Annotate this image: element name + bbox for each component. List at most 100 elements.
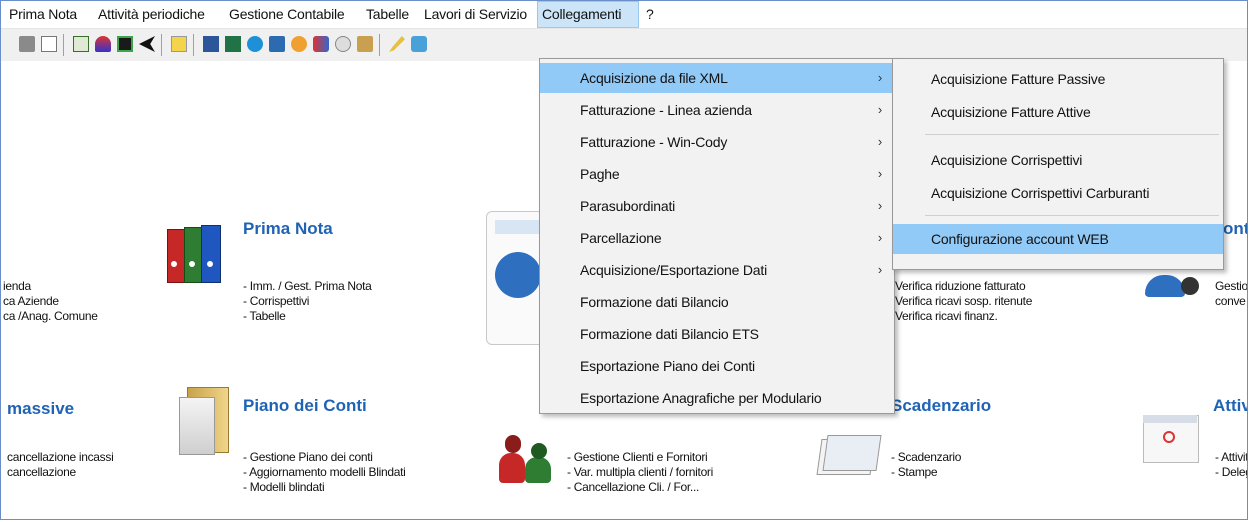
verifica-link-1[interactable]: Verifica riduzione fatturato (895, 279, 1032, 294)
clienti-link-1[interactable]: - Gestione Clienti e Fornitori (567, 450, 713, 465)
prima-nota-icon[interactable] (167, 225, 223, 283)
piano-conti-lines: - Gestione Piano dei conti - Aggiornamen… (243, 450, 406, 495)
verifica-link-3[interactable]: Verifica ricavi finanz. (895, 309, 1032, 324)
menu-item-acquisizione-esportazione[interactable]: Acquisizione/Esportazione Dati › (540, 255, 894, 285)
tool-icon[interactable] (411, 36, 427, 52)
menu-item-label: Formazione dati Bilancio (580, 294, 729, 310)
monitor-icon[interactable] (269, 36, 285, 52)
menu-item-fatturazione-wincody[interactable]: Fatturazione - Win-Cody › (540, 127, 894, 157)
menu-tabelle[interactable]: Tabelle (366, 1, 409, 28)
dt-icon[interactable] (335, 36, 351, 52)
menu-item-formazione-bilancio-ets[interactable]: Formazione dati Bilancio ETS (540, 319, 894, 349)
submenu-item-corrispettivi[interactable]: Acquisizione Corrispettivi (893, 145, 1223, 175)
settings-gear-icon[interactable] (1145, 271, 1203, 299)
collegamenti-menu: Acquisizione da file XML › Fatturazione … (539, 58, 895, 414)
piano-conti-title[interactable]: Piano dei Conti (243, 396, 367, 416)
menu-help[interactable]: ? (646, 1, 654, 28)
menu-item-label: Configurazione account WEB (931, 231, 1109, 247)
menu-item-esportazione-piano[interactable]: Esportazione Piano dei Conti (540, 351, 894, 381)
clienti-lines: - Gestione Clienti e Fornitori - Var. mu… (567, 450, 713, 495)
left-panel-title[interactable]: massive (7, 399, 74, 419)
right-bottom-link-2[interactable]: - Deleg (1215, 465, 1247, 480)
submenu-arrow-icon: › (877, 134, 882, 149)
left-link-1[interactable]: ienda (3, 279, 98, 294)
verifica-link-2[interactable]: Verifica ricavi sosp. ritenute (895, 294, 1032, 309)
ie-icon[interactable] (247, 36, 263, 52)
print-preview-icon[interactable] (41, 36, 57, 52)
pencil-help-icon[interactable] (389, 36, 405, 52)
right-top-link-2[interactable]: conve (1215, 294, 1247, 309)
menu-attivita-periodiche[interactable]: Attività periodiche (98, 1, 205, 28)
menu-prima-nota[interactable]: Prima Nota (9, 1, 77, 28)
submenu-item-corrispettivi-carburanti[interactable]: Acquisizione Corrispettivi Carburanti (893, 178, 1223, 208)
menu-item-label: Acquisizione/Esportazione Dati (580, 262, 767, 278)
piano-conti-link-2[interactable]: - Aggiornamento modelli Blindati (243, 465, 406, 480)
menu-item-parcellazione[interactable]: Parcellazione › (540, 223, 894, 253)
menu-separator (925, 215, 1219, 216)
people-icon[interactable] (313, 36, 329, 52)
right-top-title[interactable]: ont (1223, 219, 1247, 239)
submenu-item-fatture-passive[interactable]: Acquisizione Fatture Passive (893, 64, 1223, 94)
calculator-icon[interactable] (73, 36, 89, 52)
menu-item-label: Acquisizione da file XML (580, 70, 728, 86)
calendar-icon[interactable] (1143, 407, 1199, 463)
submenu-arrow-icon: › (877, 102, 882, 117)
scadenzario-link-2[interactable]: - Stampe (891, 465, 961, 480)
application-window: Prima Nota Attività periodiche Gestione … (0, 0, 1248, 520)
excel-icon[interactable] (225, 36, 241, 52)
menu-item-label: Esportazione Anagrafiche per Modulario (580, 390, 822, 406)
menu-item-fatturazione-linea[interactable]: Fatturazione - Linea azienda › (540, 95, 894, 125)
left-link-2[interactable]: ca Aziende (3, 294, 98, 309)
scanner-icon[interactable] (357, 36, 373, 52)
menu-item-label: Acquisizione Corrispettivi (931, 152, 1083, 168)
submenu-item-fatture-attive[interactable]: Acquisizione Fatture Attive (893, 97, 1223, 127)
right-top-link-1[interactable]: Gestio (1215, 279, 1247, 294)
piano-conti-link-1[interactable]: - Gestione Piano dei conti (243, 450, 406, 465)
menu-item-label: Paghe (580, 166, 620, 182)
menu-lavori-di-servizio[interactable]: Lavori di Servizio (424, 1, 527, 28)
menu-item-label: Parasubordinati (580, 198, 676, 214)
menu-item-esportazione-anagrafiche[interactable]: Esportazione Anagrafiche per Modulario (540, 383, 894, 413)
menu-separator (925, 134, 1219, 135)
folder-icon[interactable] (179, 387, 229, 455)
prima-nota-title[interactable]: Prima Nota (243, 219, 333, 239)
scadenzario-icon[interactable] (816, 433, 882, 477)
prima-nota-link-1[interactable]: - Imm. / Gest. Prima Nota (243, 279, 372, 294)
menu-item-label: Fatturazione - Linea azienda (580, 102, 752, 118)
right-bottom-lines: - Attivit - Deleg (1215, 450, 1247, 480)
left-link-3[interactable]: ca /Anag. Comune (3, 309, 98, 324)
book-icon[interactable] (117, 36, 133, 52)
piano-conti-link-3[interactable]: - Modelli blindati (243, 480, 406, 495)
arrow-icon[interactable] (139, 36, 155, 52)
menu-item-label: Formazione dati Bilancio ETS (580, 326, 759, 342)
menu-item-acquisizione-xml[interactable]: Acquisizione da file XML › (540, 63, 894, 93)
toolbar-separator (161, 34, 162, 56)
scadenzario-link-1[interactable]: - Scadenzario (891, 450, 961, 465)
runner-icon[interactable] (95, 36, 111, 52)
menu-item-paghe[interactable]: Paghe › (540, 159, 894, 189)
scadenzario-title[interactable]: Scadenzario (891, 396, 991, 416)
submenu-arrow-icon: › (877, 70, 882, 85)
globe-icon[interactable] (291, 36, 307, 52)
clienti-link-2[interactable]: - Var. multipla clienti / fornitori (567, 465, 713, 480)
help-doc-icon[interactable] (171, 36, 187, 52)
menu-item-parasubordinati[interactable]: Parasubordinati › (540, 191, 894, 221)
right-bottom-title[interactable]: Attivi (1213, 396, 1247, 416)
submenu-item-configurazione-web[interactable]: Configurazione account WEB (893, 224, 1223, 254)
prima-nota-link-2[interactable]: - Corrispettivi (243, 294, 372, 309)
left-link-4[interactable]: cancellazione incassi (7, 450, 114, 465)
clienti-link-3[interactable]: - Cancellazione Cli. / For... (567, 480, 713, 495)
menu-gestione-contabile[interactable]: Gestione Contabile (229, 1, 345, 28)
customers-icon[interactable] (495, 431, 559, 483)
prima-nota-link-3[interactable]: - Tabelle (243, 309, 372, 324)
menu-item-formazione-bilancio[interactable]: Formazione dati Bilancio (540, 287, 894, 317)
menu-collegamenti[interactable]: Collegamenti (537, 1, 639, 28)
right-bottom-link-1[interactable]: - Attivit (1215, 450, 1247, 465)
submenu-arrow-icon: › (877, 230, 882, 245)
print-icon[interactable] (19, 36, 35, 52)
word-icon[interactable] (203, 36, 219, 52)
scadenzario-lines: - Scadenzario - Stampe (891, 450, 961, 480)
left-panel-lines-bottom: cancellazione incassi cancellazione (7, 450, 114, 480)
submenu-arrow-icon: › (877, 198, 882, 213)
left-link-5[interactable]: cancellazione (7, 465, 113, 480)
